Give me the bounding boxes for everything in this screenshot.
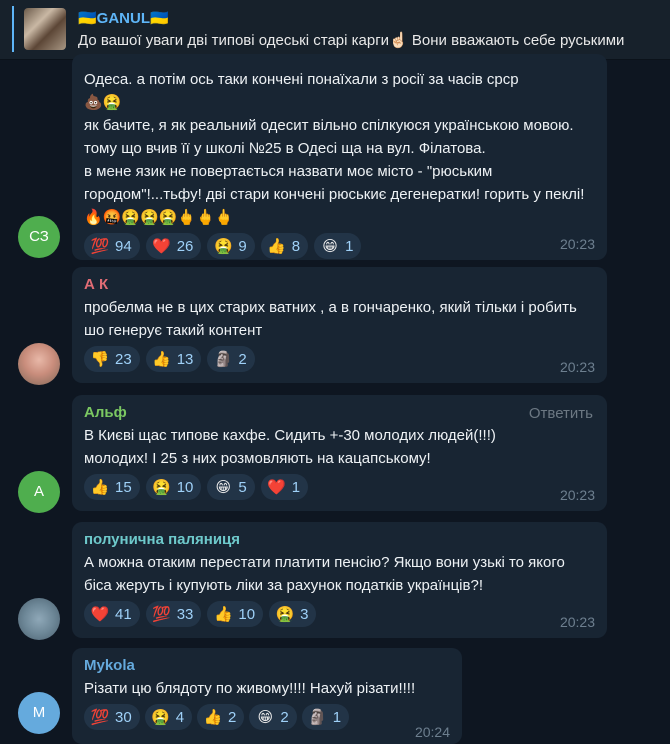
grin-face-icon: 😁 [257, 709, 274, 726]
reactions-row: 💯 30 🤮 4 👍 2 😁 2 🗿 1 [84, 704, 450, 730]
reaction-count: 4 [175, 708, 185, 726]
avatar[interactable]: А [18, 471, 60, 513]
reaction-heart[interactable]: ❤️ 1 [260, 474, 309, 500]
reaction-thumbs-up[interactable]: 👍 13 [145, 346, 202, 372]
reply-button[interactable]: Ответить [529, 405, 593, 422]
heart-icon: ❤️ [90, 606, 110, 623]
reaction-heart[interactable]: ❤️ 41 [84, 601, 140, 627]
pinned-title: 🇺🇦GANUL🇺🇦 [78, 10, 169, 27]
vomit-face-icon: 🤮 [214, 238, 233, 255]
thumbs-up-icon: 👍 [152, 351, 172, 368]
reaction-count: 2 [228, 708, 237, 726]
message-time: 20:23 [559, 487, 595, 503]
reaction-count: 30 [115, 708, 132, 726]
pinned-text: До вашої уваги дві типові одеські старі … [78, 32, 625, 49]
reaction-thumbs-up[interactable]: 👍 2 [197, 704, 245, 730]
reactions-row: 👎 23 👍 13 🗿 2 [84, 346, 595, 372]
reaction-count: 94 [115, 237, 132, 255]
reaction-grin[interactable]: 😁 2 [249, 704, 297, 730]
message-bubble[interactable]: Mykola Різати цю блядоту по живому!!!! Н… [72, 648, 462, 744]
chat-area: Одеса. а потім ось таки кончені понаїхал… [0, 54, 670, 744]
reaction-100[interactable]: 💯 94 [84, 233, 140, 259]
grin-face-icon: 😁 [322, 238, 338, 255]
reaction-count: 5 [238, 478, 247, 496]
reaction-count: 1 [291, 478, 301, 496]
sender-name[interactable]: Mykola [84, 656, 450, 676]
message-bubble[interactable]: полунична паляниця А можна отаким перест… [72, 522, 607, 638]
thumbs-up-icon: 👍 [90, 479, 110, 496]
reaction-thumbs-down[interactable]: 👎 23 [84, 346, 140, 372]
reaction-count: 3 [300, 605, 309, 623]
avatar[interactable]: СЗ [18, 216, 60, 258]
reaction-100[interactable]: 💯 30 [84, 704, 140, 730]
avatar[interactable] [18, 598, 60, 640]
heart-icon: ❤️ [267, 479, 287, 496]
message-text: А можна отаким перестати платити пенсію?… [84, 554, 565, 594]
reaction-count: 2 [238, 350, 247, 368]
reaction-grin[interactable]: 😁 1 [314, 233, 362, 259]
hundred-icon: 💯 [152, 606, 172, 623]
heart-icon: ❤️ [152, 238, 172, 255]
reaction-thumbs-up[interactable]: 👍 10 [207, 601, 264, 627]
reaction-vomit[interactable]: 🤮 10 [145, 474, 202, 500]
reaction-vomit[interactable]: 🤮 3 [269, 601, 317, 627]
pinned-accent-line [12, 6, 14, 52]
message-text: пробелма не в цих старих ватних , а в го… [84, 299, 577, 339]
message-text: Різати цю блядоту по живому!!!! Нахуй рі… [84, 680, 416, 697]
sender-name[interactable]: А К [84, 275, 595, 295]
reaction-count: 33 [176, 605, 194, 623]
message-text: Одеса. а потім ось таки кончені понаїхал… [84, 71, 585, 226]
message-text: В Києві щас типове кахфе. Сидить +-30 мо… [84, 427, 496, 467]
reaction-count: 10 [176, 478, 194, 496]
vomit-face-icon: 🤮 [275, 606, 295, 623]
reaction-count: 8 [291, 237, 301, 255]
reaction-vomit[interactable]: 🤮 9 [207, 233, 255, 259]
moai-icon: 🗿 [214, 351, 233, 368]
reactions-row: 💯 94 ❤️ 26 🤮 9 👍 8 😁 1 [84, 233, 595, 259]
reactions-row: ❤️ 41 💯 33 👍 10 🤮 3 [84, 601, 595, 627]
reaction-count: 10 [238, 605, 256, 623]
message-bubble[interactable]: Одеса. а потім ось таки кончені понаїхал… [72, 54, 607, 260]
reaction-grin[interactable]: 😁 5 [207, 474, 255, 500]
thumbs-up-icon: 👍 [267, 238, 287, 255]
message-bubble[interactable]: Альф Ответить В Києві щас типове кахфе. … [72, 395, 607, 511]
vomit-face-icon: 🤮 [151, 709, 171, 726]
message-time: 20:23 [559, 614, 595, 630]
vomit-face-icon: 🤮 [152, 479, 172, 496]
sender-name[interactable]: полунична паляниця [84, 530, 595, 550]
pinned-thumbnail [24, 8, 66, 50]
reaction-count: 26 [176, 237, 194, 255]
reaction-thumbs-up[interactable]: 👍 8 [260, 233, 309, 259]
reaction-moai[interactable]: 🗿 2 [207, 346, 255, 372]
reaction-count: 1 [332, 708, 342, 726]
sender-name[interactable]: Альф [84, 403, 595, 423]
reaction-count: 13 [176, 350, 194, 368]
reaction-count: 1 [345, 237, 354, 255]
pinned-message-bar[interactable]: 🇺🇦GANUL🇺🇦 До вашої уваги дві типові одес… [0, 0, 670, 60]
avatar[interactable] [18, 343, 60, 385]
reaction-thumbs-up[interactable]: 👍 15 [84, 474, 140, 500]
reaction-count: 9 [238, 237, 247, 255]
moai-icon: 🗿 [308, 709, 328, 726]
reaction-count: 23 [115, 350, 132, 368]
message-time: 20:23 [559, 359, 595, 375]
hundred-icon: 💯 [90, 238, 110, 255]
reaction-moai[interactable]: 🗿 1 [301, 704, 350, 730]
thumbs-up-icon: 👍 [203, 709, 223, 726]
thumbs-down-icon: 👎 [90, 351, 110, 368]
avatar[interactable]: M [18, 692, 60, 734]
reaction-count: 15 [115, 478, 132, 496]
reaction-vomit[interactable]: 🤮 4 [144, 704, 193, 730]
reaction-count: 2 [280, 708, 289, 726]
reaction-count: 41 [115, 605, 132, 623]
reaction-heart[interactable]: ❤️ 26 [145, 233, 202, 259]
message-bubble[interactable]: А К пробелма не в цих старих ватних , а … [72, 267, 607, 383]
message-time: 20:23 [559, 236, 595, 252]
thumbs-up-icon: 👍 [214, 606, 233, 623]
grin-face-icon: 😁 [215, 479, 232, 496]
reactions-row: 👍 15 🤮 10 😁 5 ❤️ 1 [84, 474, 595, 500]
reaction-100[interactable]: 💯 33 [145, 601, 202, 627]
hundred-icon: 💯 [90, 709, 110, 726]
